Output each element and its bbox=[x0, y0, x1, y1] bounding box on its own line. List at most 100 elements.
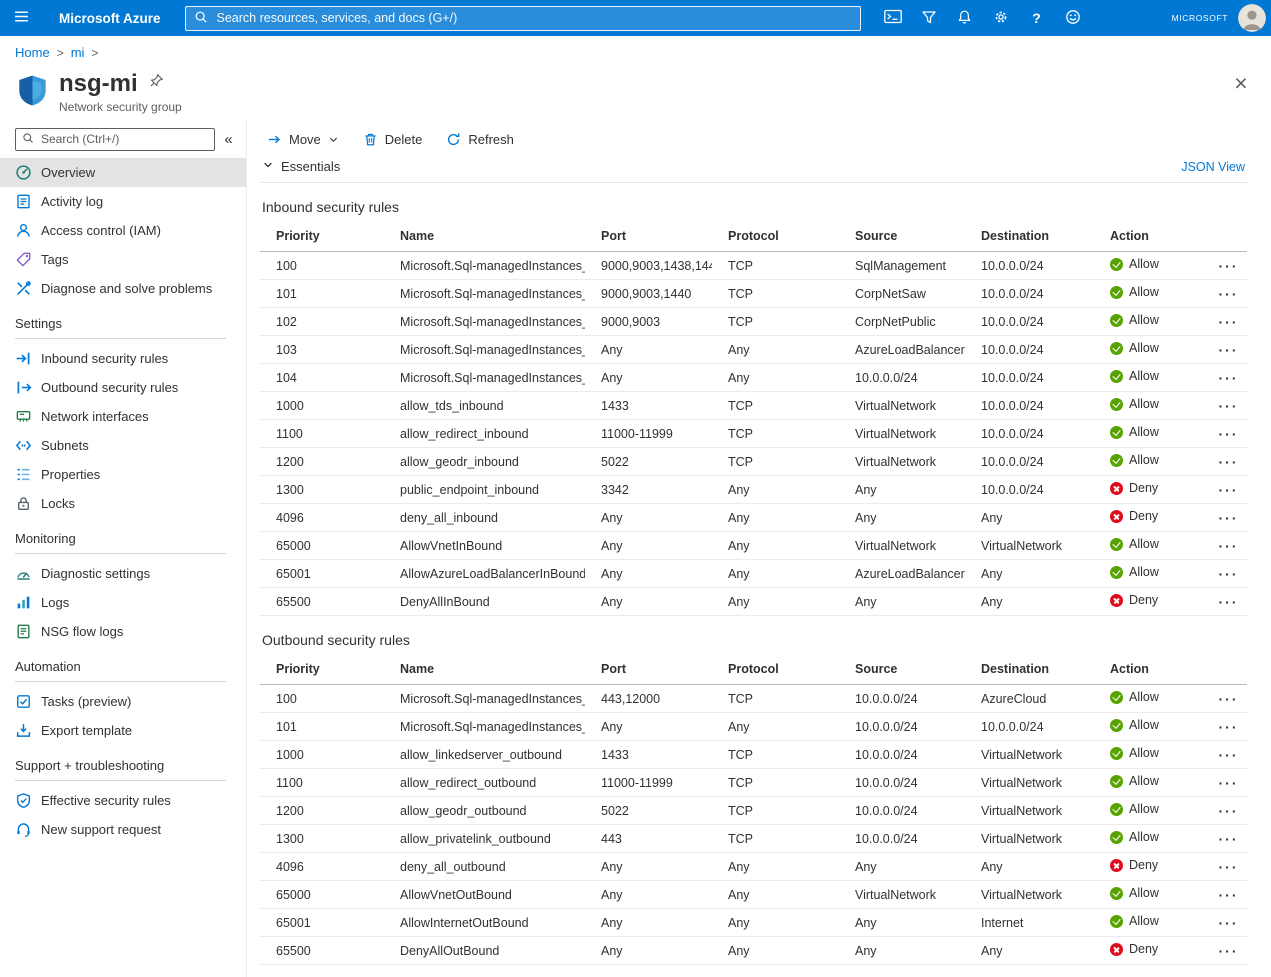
row-context-menu-button[interactable] bbox=[1210, 336, 1247, 363]
pin-button[interactable] bbox=[148, 73, 166, 91]
outbound-rule-row[interactable]: 65500 DenyAllOutBound Any Any Any Any De… bbox=[260, 937, 1247, 965]
sidebar-search-input[interactable] bbox=[39, 131, 208, 147]
row-context-menu-button[interactable] bbox=[1210, 532, 1247, 559]
help-button[interactable] bbox=[1019, 0, 1055, 36]
row-context-menu-button[interactable] bbox=[1210, 825, 1247, 852]
outbound-rule-row[interactable]: 65000 AllowVnetOutBound Any Any VirtualN… bbox=[260, 881, 1247, 909]
rule-source: SqlManagement bbox=[839, 252, 965, 280]
inbound-rule-row[interactable]: 65000 AllowVnetInBound Any Any VirtualNe… bbox=[260, 532, 1247, 560]
outbound-rule-row[interactable]: 1300 allow_privatelink_outbound 443 TCP … bbox=[260, 825, 1247, 853]
row-context-menu-button[interactable] bbox=[1210, 937, 1247, 964]
sidebar-item-nsg-flow-logs[interactable]: NSG flow logs bbox=[0, 617, 246, 646]
row-context-menu-button[interactable] bbox=[1210, 588, 1247, 615]
sidebar-item-diagnostic-settings[interactable]: Diagnostic settings bbox=[0, 559, 246, 588]
outbound-rule-row[interactable]: 1000 allow_linkedserver_outbound 1433 TC… bbox=[260, 741, 1247, 769]
breadcrumb-link[interactable]: mi bbox=[71, 45, 85, 60]
delete-button[interactable]: Delete bbox=[356, 128, 430, 151]
sidebar-item-overview[interactable]: Overview bbox=[0, 158, 246, 187]
inbound-rule-row[interactable]: 102 Microsoft.Sql-managedInstances_U... … bbox=[260, 308, 1247, 336]
close-blade-button[interactable] bbox=[1225, 67, 1257, 99]
row-context-menu-button[interactable] bbox=[1210, 504, 1247, 531]
row-context-menu-button[interactable] bbox=[1210, 685, 1247, 712]
delete-label: Delete bbox=[385, 132, 423, 147]
row-context-menu-button[interactable] bbox=[1210, 741, 1247, 768]
row-context-menu-button[interactable] bbox=[1210, 881, 1247, 908]
outbound-rule-row[interactable]: 65001 AllowInternetOutBound Any Any Any … bbox=[260, 909, 1247, 937]
sidebar-item-effective-security-rules[interactable]: Effective security rules bbox=[0, 786, 246, 815]
row-context-menu-button[interactable] bbox=[1210, 308, 1247, 335]
sidebar-item-new-support-request[interactable]: New support request bbox=[0, 815, 246, 844]
sidebar-collapse-button[interactable]: « bbox=[215, 127, 242, 151]
notifications-button[interactable] bbox=[947, 0, 983, 36]
sidebar-item-diagnose-and-solve-problems[interactable]: Diagnose and solve problems bbox=[0, 274, 246, 303]
global-search[interactable] bbox=[185, 6, 861, 31]
row-context-menu-button[interactable] bbox=[1210, 252, 1247, 279]
global-search-input[interactable] bbox=[215, 10, 852, 26]
sidebar-item-locks[interactable]: Locks bbox=[0, 489, 246, 518]
column-header: Action bbox=[1094, 224, 1210, 252]
sidebar-item-properties[interactable]: Properties bbox=[0, 460, 246, 489]
essentials-toggle[interactable]: Essentials bbox=[262, 159, 340, 174]
outbound-rule-row[interactable]: 1100 allow_redirect_outbound 11000-11999… bbox=[260, 769, 1247, 797]
sidebar-item-logs[interactable]: Logs bbox=[0, 588, 246, 617]
row-context-menu-button[interactable] bbox=[1210, 909, 1247, 936]
rule-destination: Internet bbox=[965, 909, 1094, 937]
settings-button[interactable] bbox=[983, 0, 1019, 36]
outbound-rule-row[interactable]: 101 Microsoft.Sql-managedInstances_U... … bbox=[260, 713, 1247, 741]
sidebar-item-subnets[interactable]: Subnets bbox=[0, 431, 246, 460]
row-context-menu-button[interactable] bbox=[1210, 420, 1247, 447]
sidebar-item-network-interfaces[interactable]: Network interfaces bbox=[0, 402, 246, 431]
sidebar-item-activity-log[interactable]: Activity log bbox=[0, 187, 246, 216]
rule-action-cell: Allow bbox=[1094, 336, 1210, 364]
sidebar-item-outbound-security-rules[interactable]: Outbound security rules bbox=[0, 373, 246, 402]
row-context-menu-button[interactable] bbox=[1210, 280, 1247, 307]
rule-action-status: Allow bbox=[1110, 285, 1159, 299]
sidebar-item-export-template[interactable]: Export template bbox=[0, 716, 246, 745]
rule-port: Any bbox=[585, 881, 712, 909]
rule-action-status: Allow bbox=[1110, 746, 1159, 760]
row-context-menu-button[interactable] bbox=[1210, 448, 1247, 475]
sidebar-item-inbound-security-rules[interactable]: Inbound security rules bbox=[0, 344, 246, 373]
outbound-rule-row[interactable]: 4096 deny_all_outbound Any Any Any Any D… bbox=[260, 853, 1247, 881]
status-icon bbox=[1110, 719, 1123, 732]
breadcrumb-link[interactable]: Home bbox=[15, 45, 50, 60]
inbound-rule-row[interactable]: 65500 DenyAllInBound Any Any Any Any Den… bbox=[260, 588, 1247, 616]
inbound-rule-row[interactable]: 1300 public_endpoint_inbound 3342 Any An… bbox=[260, 476, 1247, 504]
inbound-rule-row[interactable]: 1100 allow_redirect_inbound 11000-11999 … bbox=[260, 420, 1247, 448]
sidebar-item-tags[interactable]: Tags bbox=[0, 245, 246, 274]
json-view-link[interactable]: JSON View bbox=[1181, 160, 1245, 174]
inbound-rule-row[interactable]: 100 Microsoft.Sql-managedInstances_U... … bbox=[260, 252, 1247, 280]
avatar[interactable] bbox=[1238, 4, 1266, 32]
refresh-button[interactable]: Refresh bbox=[439, 128, 521, 151]
outbound-rule-row[interactable]: 1200 allow_geodr_outbound 5022 TCP 10.0.… bbox=[260, 797, 1247, 825]
move-button[interactable]: Move bbox=[260, 128, 346, 151]
row-context-menu-button[interactable] bbox=[1210, 713, 1247, 740]
inbound-rule-row[interactable]: 104 Microsoft.Sql-managedInstances_U... … bbox=[260, 364, 1247, 392]
column-header: Action bbox=[1094, 657, 1210, 685]
inbound-rule-row[interactable]: 65001 AllowAzureLoadBalancerInBound Any … bbox=[260, 560, 1247, 588]
row-context-menu-button[interactable] bbox=[1210, 392, 1247, 419]
row-context-menu-button[interactable] bbox=[1210, 364, 1247, 391]
inbound-rule-row[interactable]: 4096 deny_all_inbound Any Any Any Any De… bbox=[260, 504, 1247, 532]
rule-protocol: TCP bbox=[712, 252, 839, 280]
inbound-rule-row[interactable]: 1200 allow_geodr_inbound 5022 TCP Virtua… bbox=[260, 448, 1247, 476]
row-context-menu-button[interactable] bbox=[1210, 853, 1247, 880]
row-context-menu-button[interactable] bbox=[1210, 560, 1247, 587]
cloud-shell-button[interactable] bbox=[875, 0, 911, 36]
inbound-rule-row[interactable]: 103 Microsoft.Sql-managedInstances_U... … bbox=[260, 336, 1247, 364]
inbound-rule-row[interactable]: 101 Microsoft.Sql-managedInstances_U... … bbox=[260, 280, 1247, 308]
sidebar-search[interactable] bbox=[15, 128, 215, 151]
outbound-rule-row[interactable]: 100 Microsoft.Sql-managedInstances_U... … bbox=[260, 685, 1247, 713]
sidebar-item-access-control-iam[interactable]: Access control (IAM) bbox=[0, 216, 246, 245]
row-context-menu-button[interactable] bbox=[1210, 797, 1247, 824]
row-context-menu-button[interactable] bbox=[1210, 769, 1247, 796]
inbound-rule-row[interactable]: 1000 allow_tds_inbound 1433 TCP VirtualN… bbox=[260, 392, 1247, 420]
azure-brand[interactable]: Microsoft Azure bbox=[59, 11, 161, 26]
directory-filter-button[interactable] bbox=[911, 0, 947, 36]
row-context-menu-button[interactable] bbox=[1210, 476, 1247, 503]
account-info[interactable]: MICROSOFT bbox=[1172, 0, 1271, 36]
feedback-button[interactable] bbox=[1055, 0, 1091, 36]
sidebar-item-tasks-preview[interactable]: Tasks (preview) bbox=[0, 687, 246, 716]
hamburger-menu-button[interactable] bbox=[0, 0, 42, 36]
rule-port: 5022 bbox=[585, 797, 712, 825]
